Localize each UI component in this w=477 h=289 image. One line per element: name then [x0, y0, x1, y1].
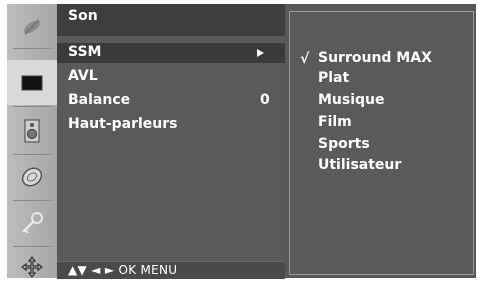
menu-title: Son	[68, 8, 98, 24]
sound-category[interactable]	[7, 108, 57, 153]
menu-item-label: Haut-parleurs	[68, 116, 178, 132]
category-icon-strip	[7, 4, 57, 278]
menu-item-label: Balance	[68, 92, 131, 108]
menu-item-ssm[interactable]: SSM	[57, 43, 285, 63]
sound-menu-panel: Son SSM AVL Balance 0 Haut-parleurs ▲▼ ◄…	[57, 4, 285, 279]
screen-icon	[21, 75, 43, 90]
ssm-submenu-panel: √ Surround MAX Plat Musique Film Sports …	[289, 11, 474, 275]
screen-category[interactable]	[7, 60, 57, 105]
submenu-item-utilisateur[interactable]: Utilisateur	[318, 157, 401, 173]
menu-item-label: SSM	[68, 44, 102, 60]
submenu-arrow-icon	[257, 49, 264, 57]
submenu-item-plat[interactable]: Plat	[318, 70, 349, 86]
navigation-hint: ▲▼ ◄ ► OK MENU	[68, 263, 178, 277]
option-category[interactable]	[7, 200, 57, 245]
strip-separator	[13, 48, 51, 49]
setup-category[interactable]	[7, 244, 57, 289]
submenu-item-musique[interactable]: Musique	[318, 92, 385, 108]
navigation-hint-bar: ▲▼ ◄ ► OK MENU	[57, 261, 285, 279]
submenu-item-sports[interactable]: Sports	[318, 136, 370, 152]
osd-menu: Son SSM AVL Balance 0 Haut-parleurs ▲▼ ◄…	[7, 4, 476, 279]
key-icon	[22, 211, 43, 234]
balance-value: 0	[260, 92, 270, 108]
menu-header: Son	[57, 4, 285, 36]
submenu-item-surround-max[interactable]: Surround MAX	[318, 50, 432, 66]
checkmark-icon: √	[300, 51, 310, 67]
menu-item-label: AVL	[68, 68, 98, 84]
strip-separator	[13, 106, 51, 107]
time-category[interactable]	[7, 154, 57, 199]
menu-item-haut-parleurs[interactable]: Haut-parleurs	[57, 115, 285, 135]
setup-arrows-icon	[21, 255, 43, 278]
menu-item-avl[interactable]: AVL	[57, 67, 285, 87]
picture-category[interactable]	[7, 4, 57, 49]
submenu-item-film[interactable]: Film	[318, 114, 352, 130]
speaker-icon	[24, 119, 40, 142]
disc-icon	[21, 167, 43, 186]
menu-item-balance[interactable]: Balance 0	[57, 91, 285, 111]
satellite-dish-icon	[24, 18, 40, 35]
